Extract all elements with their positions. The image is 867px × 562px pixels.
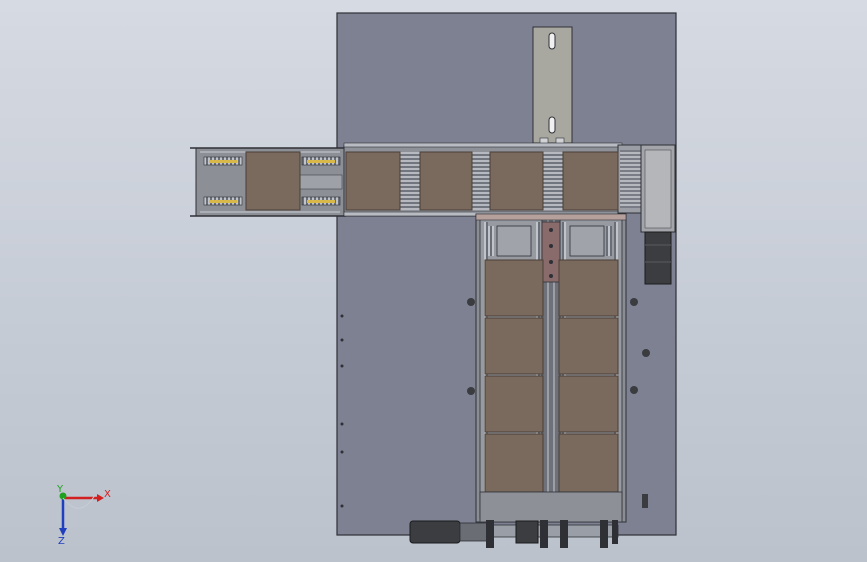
drive-housing[interactable] — [640, 144, 676, 233]
carton[interactable] — [245, 151, 301, 211]
carton[interactable] — [558, 317, 619, 375]
carton[interactable] — [484, 433, 544, 493]
carton[interactable] — [419, 151, 473, 211]
diverter-linkage[interactable] — [541, 221, 561, 283]
x-axis-label: X — [104, 489, 111, 500]
y-axis-label: Y — [56, 484, 64, 495]
carton[interactable] — [489, 151, 544, 211]
right-gear-motor[interactable] — [644, 231, 672, 285]
cad-model-view[interactable]: X Y Z — [0, 0, 867, 562]
carton[interactable] — [484, 375, 544, 433]
carton[interactable] — [558, 375, 619, 433]
z-axis-label: Z — [58, 536, 65, 547]
carton[interactable] — [484, 259, 544, 317]
carton[interactable] — [484, 317, 544, 375]
coordinate-triad: X Y Z — [56, 484, 111, 547]
carton[interactable] — [345, 151, 401, 211]
carton[interactable] — [558, 259, 619, 317]
carton[interactable] — [558, 433, 619, 493]
carton[interactable] — [562, 151, 619, 211]
